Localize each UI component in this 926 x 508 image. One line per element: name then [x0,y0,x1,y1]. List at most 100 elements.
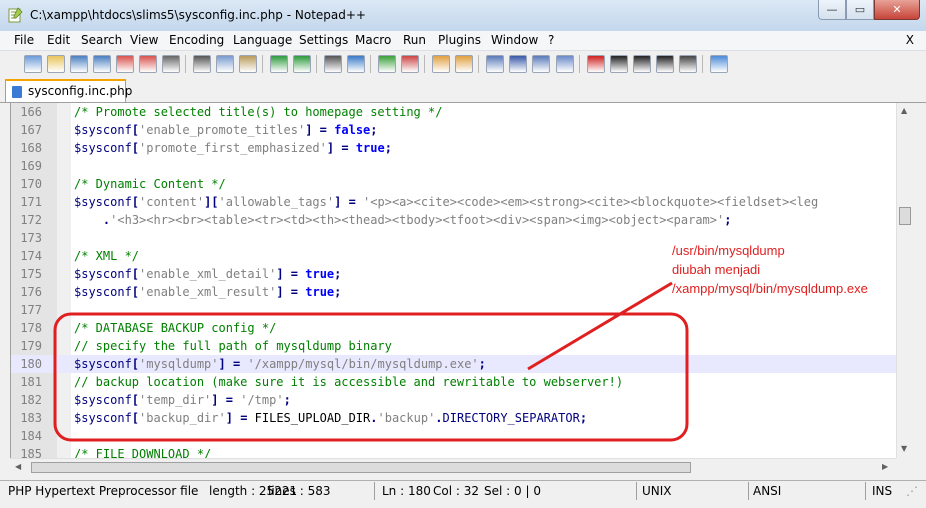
status-divider [865,482,866,500]
copy-icon[interactable] [216,55,234,73]
redo-icon[interactable] [293,55,311,73]
code-line[interactable]: 172 .'<h3><hr><br><table><tr><td><th><th… [11,211,897,229]
line-code: // backup location (make sure it is acce… [74,375,624,389]
code-line[interactable]: 183 $sysconf['backup_dir'] = FILES_UPLOAD… [11,409,897,427]
code-line[interactable]: 166 /* Promote selected title(s) to homep… [11,103,897,121]
close-document-button[interactable]: X [906,33,914,47]
line-number: 185 [20,447,42,458]
menu-plugins[interactable]: Plugins [438,33,481,47]
menu-settings[interactable]: Settings [299,33,348,47]
vertical-scroll-thumb[interactable] [899,207,911,225]
close-icon[interactable] [116,55,134,73]
status-filetype: PHP Hypertext Preprocessor file [8,484,199,498]
notepadpp-app-icon [8,7,23,23]
code-line[interactable]: 179 // specify the full path of mysqldump… [11,337,897,355]
spellcheck-icon[interactable] [710,55,728,73]
undo-icon[interactable] [270,55,288,73]
find-icon[interactable] [324,55,342,73]
line-number: 175 [20,267,42,281]
play-multiple-icon[interactable] [656,55,674,73]
sync-vertical-icon[interactable] [432,55,450,73]
line-code: $sysconf['enable_promote_titles'] = fals… [74,123,378,137]
scroll-down-arrow-icon[interactable]: ▼ [901,444,907,453]
doc-map-icon[interactable] [556,55,574,73]
line-code: $sysconf['enable_xml_result'] = true; [74,285,342,299]
code-line[interactable]: 170 /* Dynamic Content */ [11,175,897,193]
play-macro-icon[interactable] [633,55,651,73]
paste-icon[interactable] [239,55,257,73]
menu-run[interactable]: Run [403,33,426,47]
open-file-icon[interactable] [47,55,65,73]
save-icon[interactable] [70,55,88,73]
line-number: 181 [20,375,42,389]
zoom-in-icon[interactable] [378,55,396,73]
menu-language[interactable]: Language [233,33,292,47]
line-number: 171 [20,195,42,209]
word-wrap-icon[interactable] [486,55,504,73]
sync-horizontal-icon[interactable] [455,55,473,73]
window-controls: — ▭ ✕ [818,0,920,20]
print-icon[interactable] [162,55,180,73]
save-macro-icon[interactable] [679,55,697,73]
zoom-out-icon[interactable] [401,55,419,73]
annotation-line-2: diubah menjadi [672,262,761,277]
stop-macro-icon[interactable] [610,55,628,73]
code-line[interactable]: 184 [11,427,897,445]
horizontal-scrollbar[interactable]: ◀ ▶ [10,458,896,476]
code-line[interactable]: 181 // backup location (make sure it is a… [11,373,897,391]
line-code: $sysconf['mysqldump'] = '/xampp/mysql/bi… [74,357,486,371]
toolbar-separator [478,55,479,73]
current-code-line[interactable]: 180 $sysconf['mysqldump'] = '/xampp/mysql… [11,355,897,373]
close-all-icon[interactable] [139,55,157,73]
toolbar-separator [316,55,317,73]
code-line[interactable]: 169 [11,157,897,175]
code-line[interactable]: 182 $sysconf['temp_dir'] = '/tmp'; [11,391,897,409]
tab-bar: sysconfig.inc.php [0,77,926,103]
file-saved-icon [12,86,22,98]
menu-macro[interactable]: Macro [355,33,391,47]
code-line[interactable]: 167 $sysconf['enable_promote_titles'] = f… [11,121,897,139]
record-macro-icon[interactable] [587,55,605,73]
line-code: .'<h3><hr><br><table><tr><td><th><thead>… [102,213,732,227]
replace-icon[interactable] [347,55,365,73]
close-button[interactable]: ✕ [874,0,920,20]
menu-view[interactable]: View [130,33,158,47]
line-code: $sysconf['backup_dir'] = FILES_UPLOAD_DI… [74,411,588,425]
menu-edit[interactable]: Edit [47,33,70,47]
code-line[interactable]: 177 [11,301,897,319]
code-line[interactable]: 171 $sysconf['content']['allowable_tags']… [11,193,897,211]
scroll-up-arrow-icon[interactable]: ▲ [901,106,907,115]
status-divider [748,482,749,500]
minimize-button[interactable]: — [818,0,846,20]
code-line[interactable]: 168 $sysconf['promote_first_emphasized'] … [11,139,897,157]
menu-encoding[interactable]: Encoding [169,33,224,47]
menu-search[interactable]: Search [81,33,122,47]
scroll-left-arrow-icon[interactable]: ◀ [15,462,21,471]
save-all-icon[interactable] [93,55,111,73]
toolbar-separator [424,55,425,73]
annotation-line-1: /usr/bin/mysqldump [672,243,785,258]
scroll-right-arrow-icon[interactable]: ▶ [882,462,888,471]
line-number: 178 [20,321,42,335]
menu-file[interactable]: File [14,33,34,47]
menu-window[interactable]: Window [491,33,538,47]
line-number: 170 [20,177,42,191]
show-all-chars-icon[interactable] [509,55,527,73]
line-number: 177 [20,303,42,317]
cut-icon[interactable] [193,55,211,73]
status-divider [636,482,637,500]
line-code: $sysconf['content']['allowable_tags'] = … [74,195,819,209]
maximize-button[interactable]: ▭ [846,0,874,20]
toolbar-separator [579,55,580,73]
new-file-icon[interactable] [24,55,42,73]
indent-guide-icon[interactable] [532,55,550,73]
tab-sysconfig[interactable]: sysconfig.inc.php [5,79,132,102]
code-line[interactable]: 185 /* FILE DOWNLOAD */ [11,445,897,458]
code-line[interactable]: 178 /* DATABASE BACKUP config */ [11,319,897,337]
line-number: 176 [20,285,42,299]
line-number: 174 [20,249,42,263]
menu-help[interactable]: ? [548,33,554,47]
vertical-scrollbar[interactable]: ▲ ▼ [896,103,914,458]
resize-grip-icon[interactable]: ⋰ [906,484,918,498]
horizontal-scroll-thumb[interactable] [31,462,691,473]
